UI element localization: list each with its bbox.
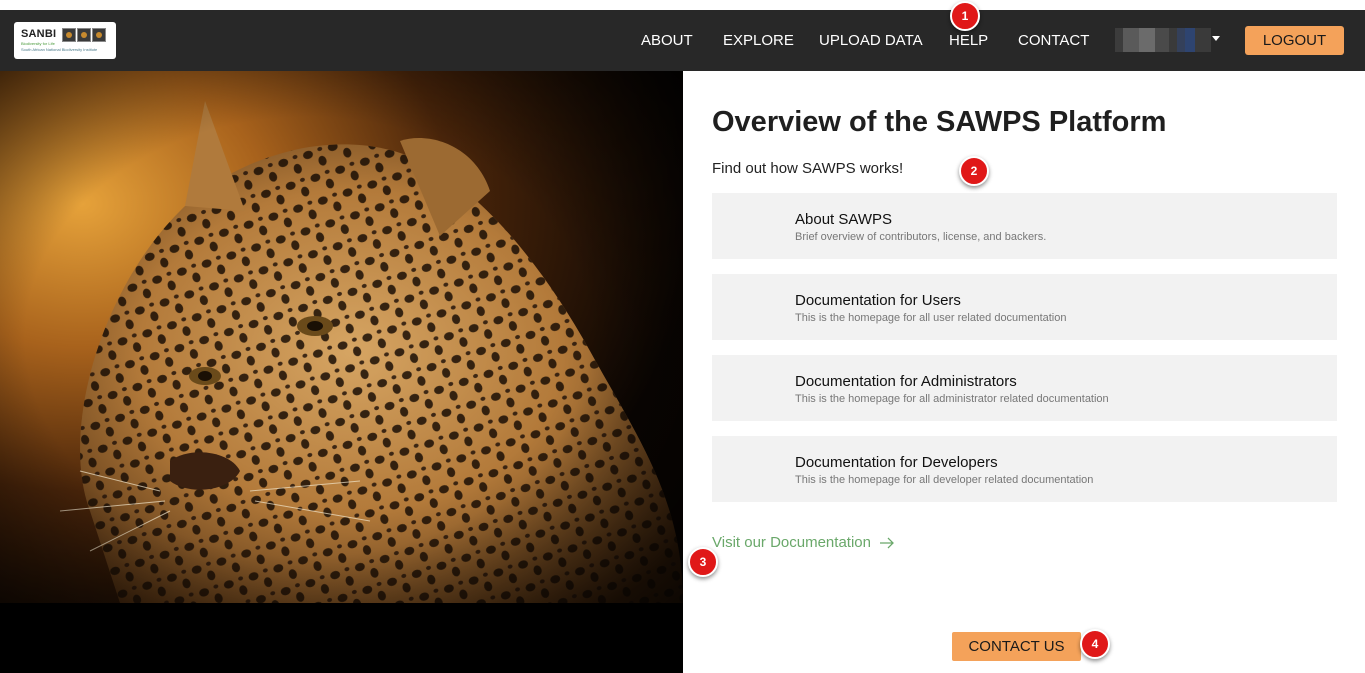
card-title: Documentation for Administrators [795, 373, 1017, 390]
logo-wordmark: SANBI [21, 28, 57, 40]
card-description: This is the homepage for all developer r… [795, 474, 1094, 486]
page-title: Overview of the SAWPS Platform [712, 106, 1167, 138]
card-about-sawps[interactable]: About SAWPS Brief overview of contributo… [712, 193, 1337, 259]
card-documentation-users[interactable]: Documentation for Users This is the home… [712, 274, 1337, 340]
logo-mark-icon [77, 28, 91, 42]
visit-documentation-label: Visit our Documentation [712, 534, 871, 551]
contact-us-button[interactable]: CONTACT US [952, 632, 1081, 661]
card-documentation-administrators[interactable]: Documentation for Administrators This is… [712, 355, 1337, 421]
annotation-badge-3: 3 [688, 547, 718, 577]
nav-contact[interactable]: CONTACT [1018, 32, 1089, 49]
chevron-down-icon[interactable] [1212, 36, 1220, 41]
logout-button[interactable]: LOGOUT [1245, 26, 1344, 55]
visit-documentation-link[interactable]: Visit our Documentation [712, 534, 895, 551]
sanbi-logo[interactable]: SANBI Biodiversity for Life South Africa… [14, 22, 116, 59]
nav-about[interactable]: ABOUT [641, 32, 693, 49]
card-title: Documentation for Users [795, 292, 961, 309]
leopard-photo [0, 71, 683, 673]
card-description: This is the homepage for all administrat… [795, 393, 1109, 405]
annotation-badge-2: 2 [959, 156, 989, 186]
card-title: Documentation for Developers [795, 454, 998, 471]
card-documentation-developers[interactable]: Documentation for Developers This is the… [712, 436, 1337, 502]
navbar: SANBI Biodiversity for Life South Africa… [0, 10, 1365, 71]
logo-mark-icon [62, 28, 76, 42]
nav-help[interactable]: HELP [949, 32, 988, 49]
logo-tagline: Biodiversity for Life [21, 41, 55, 46]
hero-image-leopard [0, 71, 683, 673]
card-description: This is the homepage for all user relate… [795, 312, 1067, 324]
nav-upload-data[interactable]: UPLOAD DATA [819, 32, 923, 49]
page-subtitle: Find out how SAWPS works! [712, 160, 904, 177]
user-menu-redacted[interactable] [1115, 28, 1211, 52]
annotation-badge-4: 4 [1080, 629, 1110, 659]
logo-mark-icon [92, 28, 106, 42]
card-description: Brief overview of contributors, license,… [795, 231, 1047, 243]
main-content: Overview of the SAWPS Platform Find out … [683, 71, 1365, 673]
card-title: About SAWPS [795, 211, 892, 228]
annotation-badge-1: 1 [950, 1, 980, 31]
logo-org: South African National Biodiversity Inst… [21, 47, 98, 52]
nav-explore[interactable]: EXPLORE [723, 32, 794, 49]
top-strip [0, 0, 1365, 10]
arrow-right-icon [879, 537, 894, 548]
